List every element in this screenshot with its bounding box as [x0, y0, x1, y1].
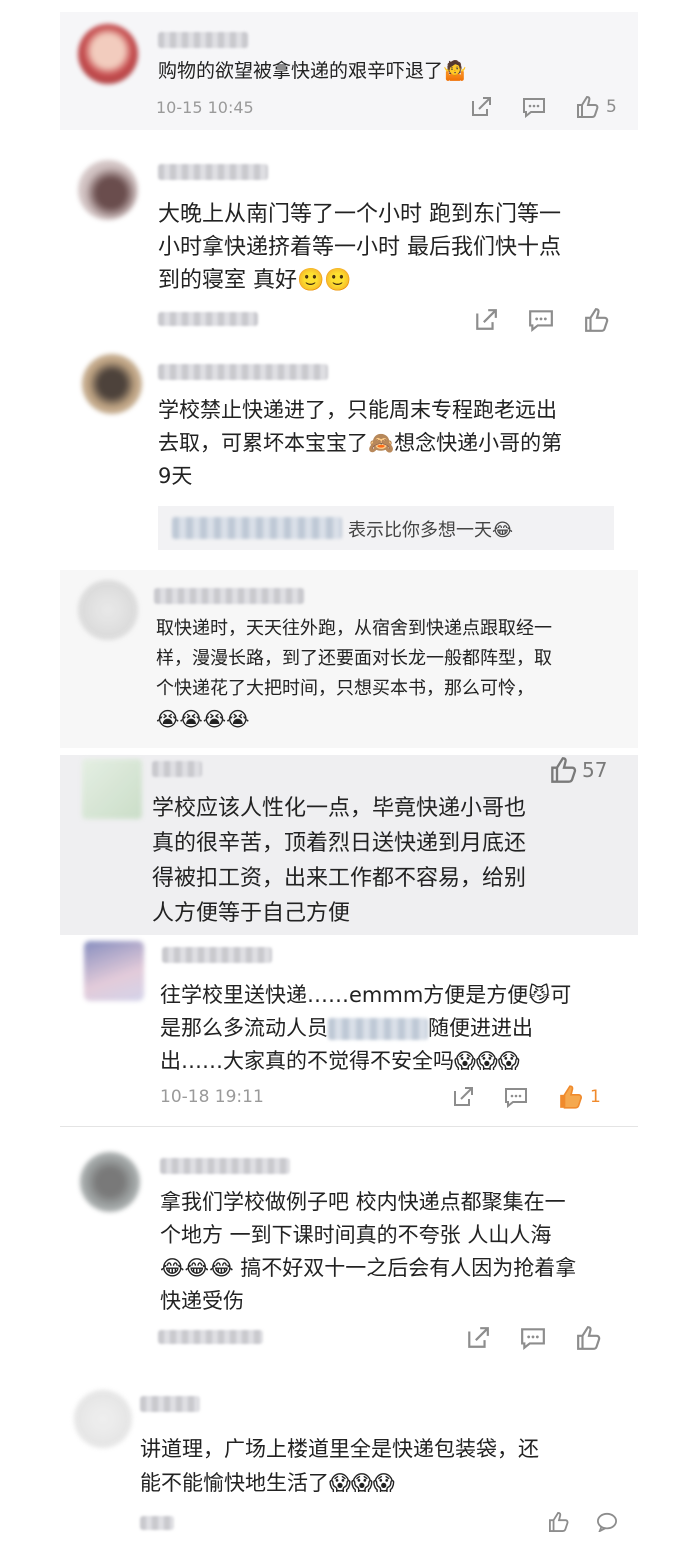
- comment-icon[interactable]: [504, 1086, 528, 1108]
- username-blurred: [162, 947, 272, 963]
- action-bar: [474, 308, 610, 332]
- timestamp: 10-15 10:45: [156, 98, 254, 117]
- divider: [60, 1126, 638, 1127]
- speech-bubble-icon[interactable]: [596, 1512, 618, 1532]
- emoji: 😂😂😂: [160, 1256, 234, 1280]
- username-blurred: [140, 1396, 200, 1412]
- action-bar: [548, 1512, 618, 1532]
- reply-quote[interactable]: 表示比你多想一天😂: [158, 506, 614, 550]
- timestamp-blurred: [140, 1516, 174, 1530]
- like-count: 5: [606, 97, 617, 117]
- comment-icon[interactable]: [520, 1326, 546, 1350]
- emoji: 😼: [528, 983, 551, 1007]
- emoji: 😱😱😱: [454, 1049, 520, 1073]
- comment-card-5: 57 学校应该人性化一点，毕竟快递小哥也 真的很辛苦，顶着烈日送快递到月底还 得…: [60, 755, 638, 935]
- comment-card-2: 大晚上从南门等了一个小时 跑到东门等一 小时拿快递挤着等一小时 最后我们快十点 …: [60, 142, 638, 342]
- avatar[interactable]: [78, 160, 138, 220]
- comment-card-3: 学校禁止快递进了，只能周末专程跑老远出 去取，可累坏本宝宝了🙈想念快递小哥的第 …: [60, 342, 638, 564]
- emoji: 🙈: [368, 431, 395, 455]
- comment-text: 取快递时，天天往外跑，从宿舍到快递点跟取经一 样，漫漫长路，到了还要面对长龙一般…: [156, 614, 552, 736]
- comment-icon[interactable]: [522, 96, 546, 118]
- thumbs-up-icon[interactable]: [550, 757, 578, 783]
- action-bar: 57: [550, 757, 607, 783]
- comment-text: 拿我们学校做例子吧 校内快递点都聚集在一 个地方 一到下课时间真的不夸张 人山人…: [160, 1190, 577, 1313]
- timestamp: 10-18 19:11: [160, 1087, 264, 1107]
- action-bar: 5: [470, 96, 617, 118]
- blurred-text: [328, 1018, 428, 1040]
- timestamp-blurred: [158, 312, 258, 326]
- avatar[interactable]: [78, 24, 138, 84]
- avatar[interactable]: [84, 941, 144, 1001]
- action-bar: [466, 1326, 602, 1350]
- avatar[interactable]: [80, 1152, 140, 1212]
- avatar[interactable]: [82, 354, 142, 414]
- comment-card-1: 购物的欲望被拿快递的艰辛吓退了🤷 10-15 10:45 5: [60, 12, 638, 130]
- like-count: 57: [582, 758, 608, 782]
- thumbs-up-icon[interactable]: [548, 1512, 570, 1532]
- username-blurred: [158, 164, 268, 180]
- timestamp-blurred: [158, 1330, 263, 1344]
- thumbs-up-icon[interactable]: [576, 1326, 602, 1350]
- avatar[interactable]: [78, 580, 138, 640]
- emoji: 😱😱😱: [329, 1471, 395, 1495]
- like-count: 1: [590, 1087, 601, 1107]
- thumbs-up-icon[interactable]: [584, 308, 610, 332]
- thumbs-up-icon[interactable]: [558, 1085, 584, 1109]
- comment-text: 讲道理，广场上楼道里全是快递包装袋，还 能不能愉快地生活了😱😱😱: [140, 1432, 539, 1500]
- reply-username-blurred: [172, 517, 342, 539]
- share-icon[interactable]: [466, 1326, 490, 1350]
- comment-text: 大晚上从南门等了一个小时 跑到东门等一 小时拿快递挤着等一小时 最后我们快十点 …: [158, 198, 561, 297]
- comment-text: 学校禁止快递进了，只能周末专程跑老远出 去取，可累坏本宝宝了🙈想念快递小哥的第 …: [158, 398, 563, 488]
- share-icon[interactable]: [452, 1086, 474, 1108]
- username-blurred: [152, 761, 202, 777]
- username-blurred: [160, 1158, 290, 1174]
- thumbs-up-icon[interactable]: [576, 96, 600, 118]
- username-blurred: [158, 32, 248, 48]
- emoji: 🙂🙂: [297, 268, 352, 293]
- username-blurred: [158, 364, 328, 380]
- avatar[interactable]: [74, 1390, 132, 1448]
- emoji: 🤷: [443, 60, 467, 82]
- share-icon[interactable]: [470, 96, 492, 118]
- comment-icon[interactable]: [528, 308, 554, 332]
- comment-text: 购物的欲望被拿快递的艰辛吓退了🤷: [158, 60, 467, 82]
- comment-text: 学校应该人性化一点，毕竟快递小哥也 真的很辛苦，顶着烈日送快递到月底还 得被扣工…: [152, 796, 527, 926]
- reply-text: 表示比你多想一天😂: [348, 520, 514, 541]
- emoji: 😭😭😭😭: [156, 707, 250, 731]
- action-bar: 1: [452, 1085, 601, 1109]
- username-blurred: [154, 588, 304, 604]
- comment-card-6: 往学校里送快递……emmm方便是方便😼可 是那么多流动人员 随便进进出 出……大家…: [60, 937, 638, 1125]
- comment-card-8: 讲道理，广场上楼道里全是快递包装袋，还 能不能愉快地生活了😱😱😱: [60, 1374, 638, 1545]
- comment-text: 往学校里送快递……emmm方便是方便😼可 是那么多流动人员 随便进进出 出……大家…: [160, 979, 571, 1078]
- share-icon[interactable]: [474, 308, 498, 332]
- comment-card-4: 取快递时，天天往外跑，从宿舍到快递点跟取经一 样，漫漫长路，到了还要面对长龙一般…: [60, 570, 638, 748]
- avatar[interactable]: [82, 759, 142, 819]
- comment-card-7: 拿我们学校做例子吧 校内快递点都聚集在一 个地方 一到下课时间真的不夸张 人山人…: [60, 1128, 638, 1370]
- emoji: 😂: [492, 520, 514, 541]
